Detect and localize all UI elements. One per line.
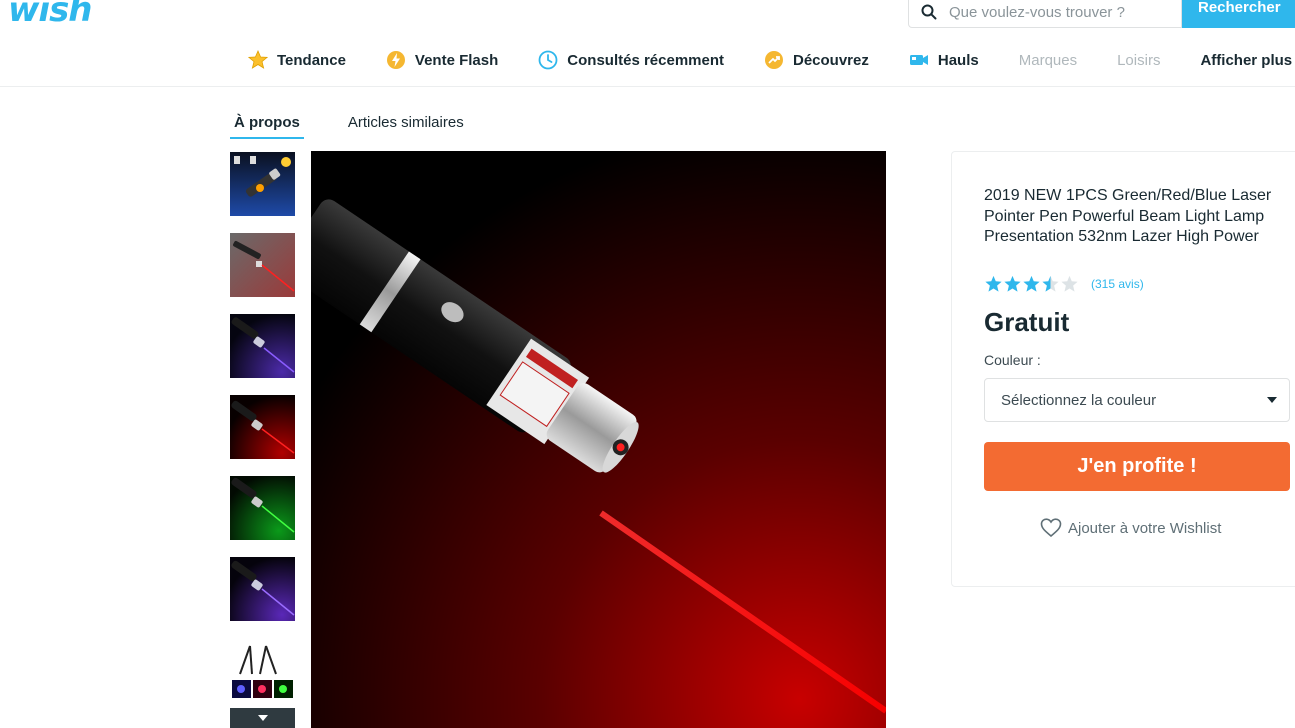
- nav-afficher-plus[interactable]: Afficher plus: [1200, 52, 1292, 69]
- thumbnail-image[interactable]: [230, 557, 295, 621]
- nav-label: Découvrez: [793, 51, 869, 69]
- video-icon: [909, 50, 929, 70]
- wishlist-label: Ajouter à votre Wishlist: [1068, 519, 1222, 537]
- star-full-icon: [1004, 275, 1021, 292]
- color-select[interactable]: Sélectionnez la couleur: [984, 378, 1290, 422]
- main-product-image: [311, 151, 886, 728]
- buy-button[interactable]: J'en profite !: [984, 442, 1290, 491]
- nav-label: Loisirs: [1117, 51, 1161, 69]
- nav-marques[interactable]: Marques: [1019, 52, 1077, 69]
- star-full-icon: [1023, 275, 1040, 292]
- thumbnail-scroll-down[interactable]: [230, 708, 295, 728]
- star-full-icon: [985, 275, 1002, 292]
- search-button[interactable]: Rechercher: [1182, 0, 1295, 28]
- star-icon: [248, 50, 268, 70]
- clock-icon: [538, 50, 558, 70]
- search-input[interactable]: [949, 3, 1169, 21]
- nav-vente-flash[interactable]: Vente Flash: [386, 50, 498, 70]
- nav-consultes[interactable]: Consultés récemment: [538, 50, 724, 70]
- nav-label: Marques: [1018, 51, 1078, 69]
- thumbnail-image[interactable]: [230, 314, 295, 378]
- nav-tendance[interactable]: Tendance: [248, 50, 346, 70]
- thumbnail-list: [230, 152, 295, 719]
- thumbnail-image[interactable]: [230, 152, 295, 216]
- trend-icon: [764, 50, 784, 70]
- color-select-value: Sélectionnez la couleur: [1001, 391, 1157, 409]
- nav-label: Consultés récemment: [567, 51, 724, 69]
- tab-articles-similaires[interactable]: Articles similaires: [344, 112, 468, 139]
- product-rating[interactable]: (315 avis): [984, 275, 1144, 293]
- color-label: Couleur :: [984, 352, 1041, 368]
- thumbnail-image[interactable]: [230, 476, 295, 540]
- product-tabs: À propos Articles similaires: [230, 112, 508, 139]
- thumbnail-image[interactable]: [230, 638, 295, 702]
- nav-label: Tendance: [277, 51, 346, 69]
- nav-label: Afficher plus: [1200, 51, 1293, 69]
- flash-icon: [386, 50, 406, 70]
- thumbnail-image[interactable]: [230, 395, 295, 459]
- heart-icon: [1040, 518, 1062, 538]
- product-title: 2019 NEW 1PCS Green/Red/Blue Laser Point…: [984, 187, 1272, 245]
- star-half-icon: [1042, 275, 1059, 292]
- nav-loisirs[interactable]: Loisirs: [1117, 52, 1160, 69]
- search-icon: [909, 4, 949, 20]
- add-to-wishlist[interactable]: Ajouter à votre Wishlist: [1040, 518, 1221, 538]
- nav-label: Vente Flash: [414, 51, 499, 69]
- chevron-down-icon: [257, 715, 268, 721]
- nav-hauls[interactable]: Hauls: [909, 50, 979, 70]
- nav-decouvrez[interactable]: Découvrez: [764, 50, 869, 70]
- thumbnail-image[interactable]: [230, 233, 295, 297]
- product-panel: 2019 NEW 1PCS Green/Red/Blue Laser Point…: [951, 151, 1295, 587]
- top-nav: Tendance Vente Flash Consultés récemment…: [248, 48, 1295, 72]
- search-bar[interactable]: [908, 0, 1182, 28]
- wish-logo[interactable]: wish: [8, 0, 93, 30]
- star-empty-icon: [1061, 275, 1078, 292]
- header-divider: [0, 86, 1295, 87]
- caret-down-icon: [1267, 397, 1277, 403]
- tab-a-propos[interactable]: À propos: [230, 112, 304, 139]
- review-count[interactable]: (315 avis): [1091, 277, 1144, 291]
- product-price: Gratuit: [984, 307, 1070, 337]
- nav-label: Hauls: [937, 51, 979, 69]
